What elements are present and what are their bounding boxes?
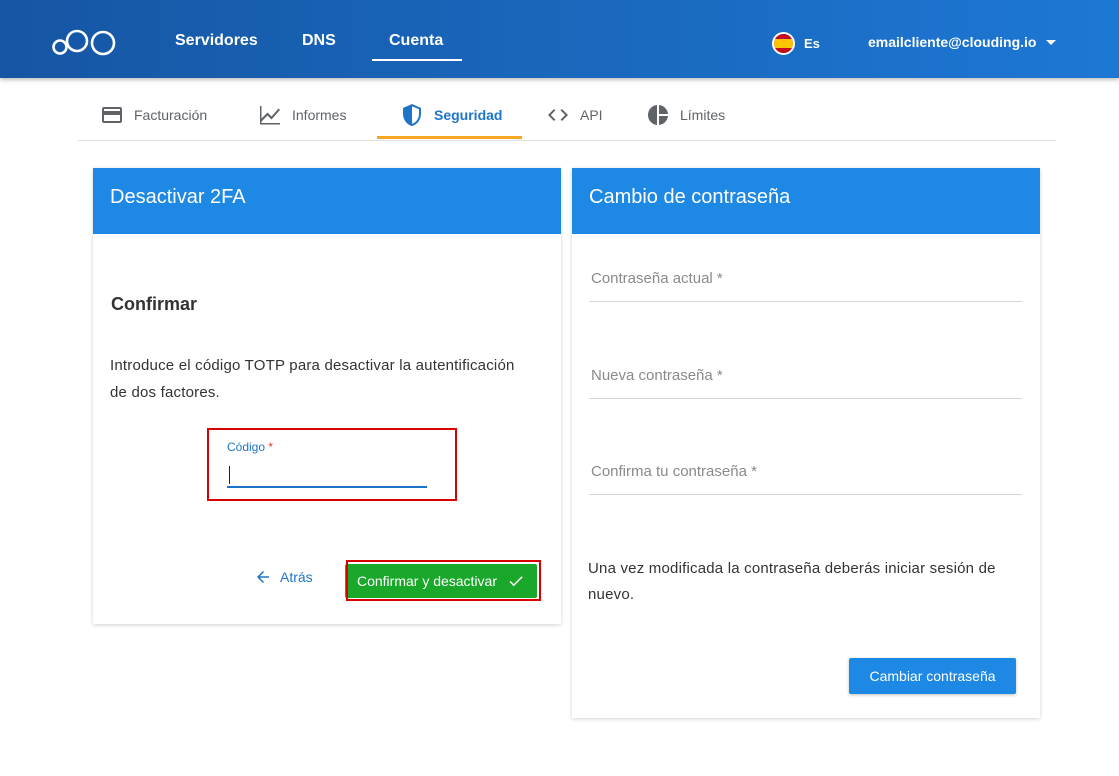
caret-down-icon bbox=[1046, 39, 1057, 45]
code-icon bbox=[548, 109, 568, 121]
active-tab-indicator bbox=[377, 136, 522, 139]
tab-facturacion[interactable]: Facturación bbox=[100, 90, 207, 140]
change-password-button[interactable]: Cambiar contraseña bbox=[849, 658, 1016, 694]
arrow-left-icon bbox=[257, 571, 269, 583]
nav-dns[interactable]: DNS bbox=[302, 32, 336, 50]
disable-2fa-description: Introduce el código TOTP para desactivar… bbox=[110, 357, 515, 401]
back-label: Atrás bbox=[280, 569, 313, 585]
nav-cuenta[interactable]: Cuenta bbox=[389, 32, 443, 50]
current-password-field[interactable]: Contraseña actual * bbox=[589, 262, 1022, 302]
pie-chart-icon bbox=[648, 105, 668, 125]
top-navigation-bar: Servidores DNS Cuenta Es emailcliente@cl… bbox=[0, 0, 1119, 78]
password-change-note: Una vez modificada la contraseña deberás… bbox=[588, 560, 996, 603]
account-menu[interactable]: emailcliente@clouding.io bbox=[868, 34, 1057, 50]
credit-card-icon bbox=[102, 107, 122, 123]
account-tabs: Facturación Informes Seguridad API Límit… bbox=[78, 90, 1056, 141]
tab-label: Facturación bbox=[134, 107, 208, 123]
confirm-password-input[interactable] bbox=[589, 455, 1022, 494]
shield-icon bbox=[403, 104, 421, 126]
tab-label: Límites bbox=[680, 107, 726, 123]
tab-informes[interactable]: Informes bbox=[258, 90, 346, 140]
back-button[interactable]: Atrás bbox=[254, 568, 313, 586]
confirm-password-field[interactable]: Confirma tu contraseña * bbox=[589, 455, 1022, 495]
clouding-logo[interactable] bbox=[52, 28, 118, 56]
new-password-field[interactable]: Nueva contraseña * bbox=[589, 359, 1022, 399]
confirm-button-highlight bbox=[346, 560, 541, 601]
nav-active-underline bbox=[372, 59, 462, 61]
password-change-card: Cambio de contraseña Contraseña actual *… bbox=[572, 168, 1040, 718]
current-password-input[interactable] bbox=[589, 262, 1022, 301]
disable-2fa-title: Desactivar 2FA bbox=[93, 168, 561, 234]
account-email: emailcliente@clouding.io bbox=[868, 34, 1037, 50]
confirm-subtitle: Confirmar bbox=[111, 294, 198, 314]
spain-flag-icon bbox=[772, 32, 795, 55]
tab-label: Informes bbox=[292, 107, 347, 123]
code-field-highlight bbox=[207, 428, 457, 501]
tab-label: API bbox=[580, 107, 603, 123]
password-change-title: Cambio de contraseña bbox=[572, 168, 1040, 234]
disable-2fa-card: Desactivar 2FA Confirmar Introduce el có… bbox=[93, 168, 561, 624]
nav-servidores[interactable]: Servidores bbox=[175, 32, 258, 50]
chart-line-icon bbox=[260, 106, 280, 125]
language-selector[interactable]: Es bbox=[772, 32, 820, 55]
language-label: Es bbox=[804, 36, 820, 51]
tab-seguridad[interactable]: Seguridad bbox=[400, 90, 502, 140]
tab-limites[interactable]: Límites bbox=[646, 90, 725, 140]
tab-api[interactable]: API bbox=[546, 90, 603, 140]
new-password-input[interactable] bbox=[589, 359, 1022, 398]
tab-label: Seguridad bbox=[434, 107, 503, 123]
